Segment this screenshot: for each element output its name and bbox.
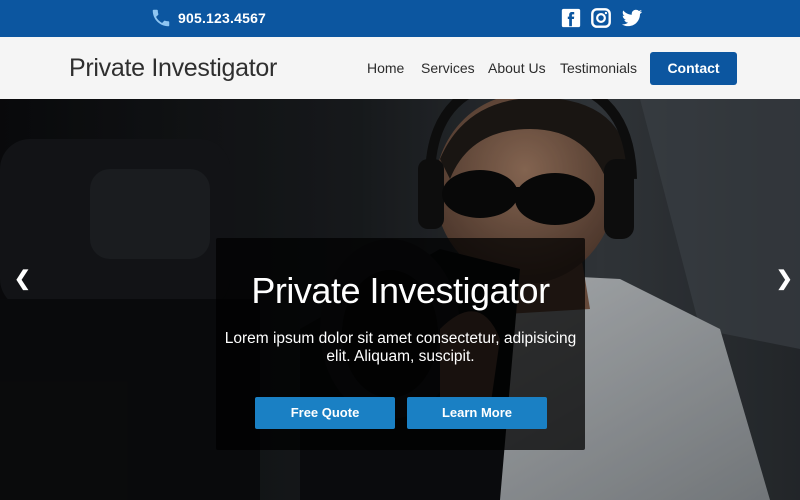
nav-about-us[interactable]: About Us xyxy=(488,60,546,76)
phone-icon xyxy=(152,9,170,27)
hero-carousel: ❮ ❯ Private Investigator Lorem ipsum dol… xyxy=(0,99,800,500)
phone-number[interactable]: 905.123.4567 xyxy=(178,10,266,26)
hero-description: Lorem ipsum dolor sit amet consectetur, … xyxy=(224,330,577,365)
instagram-icon[interactable] xyxy=(590,7,612,29)
nav-services[interactable]: Services xyxy=(421,60,475,76)
carousel-next-icon[interactable]: ❯ xyxy=(776,266,793,291)
site-header: Private Investigator Home Services About… xyxy=(0,37,800,99)
facebook-icon[interactable] xyxy=(560,7,582,29)
learn-more-button[interactable]: Learn More xyxy=(407,397,547,429)
twitter-icon[interactable] xyxy=(621,7,643,29)
hero-title: Private Investigator xyxy=(251,270,550,311)
top-contact-bar: 905.123.4567 xyxy=(0,0,800,37)
hero-caption: Private Investigator Lorem ipsum dolor s… xyxy=(216,238,585,450)
nav-testimonials[interactable]: Testimonials xyxy=(560,60,637,76)
free-quote-button[interactable]: Free Quote xyxy=(255,397,395,429)
nav-home[interactable]: Home xyxy=(367,60,404,76)
contact-button[interactable]: Contact xyxy=(650,52,737,85)
site-logo[interactable]: Private Investigator xyxy=(69,54,277,83)
carousel-prev-icon[interactable]: ❮ xyxy=(14,266,31,291)
